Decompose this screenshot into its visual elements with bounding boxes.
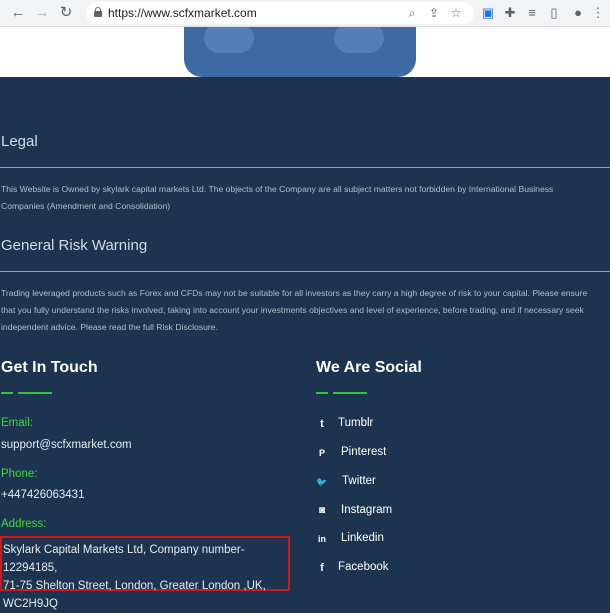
back-icon[interactable]: ← bbox=[8, 3, 28, 23]
pinterest-icon: P bbox=[318, 448, 325, 458]
title-underline-long bbox=[333, 392, 367, 394]
title-underline-long bbox=[18, 392, 52, 394]
reading-list-icon[interactable]: ≡ bbox=[522, 3, 542, 23]
title-underline-short bbox=[316, 392, 328, 394]
twitter-icon: 🐦 bbox=[316, 477, 328, 487]
social-label: Facebook bbox=[338, 561, 389, 573]
person-shirt-image bbox=[184, 27, 416, 77]
email-link[interactable]: support@scfxmarket.com bbox=[1, 439, 132, 451]
profile-avatar-icon[interactable]: ● bbox=[568, 3, 588, 23]
social-label: Linkedin bbox=[341, 532, 384, 544]
reload-icon[interactable]: ↻ bbox=[56, 3, 76, 23]
url-text: https://www.scfxmarket.com bbox=[108, 6, 257, 20]
site-footer: Legal This Website is Owned by skylark c… bbox=[0, 77, 610, 610]
linkedin-icon: in bbox=[318, 534, 326, 544]
instagram-icon: ◙ bbox=[318, 505, 326, 516]
address-bar[interactable]: https://www.scfxmarket.com ⌕ ⇪ ☆ bbox=[86, 2, 474, 24]
social-title: We Are Social bbox=[316, 359, 422, 376]
email-label: Email: bbox=[1, 417, 33, 429]
address-highlight-box: Skylark Capital Markets Ltd, Company num… bbox=[0, 536, 290, 610]
divider bbox=[0, 271, 610, 272]
menu-kebab-icon[interactable]: ⋮ bbox=[588, 3, 608, 23]
phone-value: +447426063431 bbox=[1, 489, 85, 501]
forward-icon[interactable]: → bbox=[32, 3, 52, 23]
address-label: Address: bbox=[1, 518, 47, 530]
extensions-puzzle-icon[interactable]: ✚ bbox=[500, 3, 520, 23]
bookmark-star-icon[interactable]: ☆ bbox=[448, 5, 464, 21]
title-underline-short bbox=[1, 392, 13, 394]
social-label: Instagram bbox=[341, 504, 393, 516]
divider bbox=[0, 167, 610, 168]
extension-s-icon[interactable]: ▣ bbox=[478, 3, 498, 23]
hero-image bbox=[0, 27, 610, 77]
social-label: Pinterest bbox=[341, 446, 387, 458]
risk-text: Trading leveraged products such as Forex… bbox=[1, 288, 588, 332]
side-panel-icon[interactable]: ▯ bbox=[544, 3, 564, 23]
browser-toolbar: ← → ↻ https://www.scfxmarket.com ⌕ ⇪ ☆ ▣… bbox=[0, 0, 610, 27]
social-label: Tumblr bbox=[338, 417, 374, 429]
legal-text: This Website is Owned by skylark capital… bbox=[1, 184, 554, 211]
contact-title: Get In Touch bbox=[1, 359, 98, 376]
social-label: Twitter bbox=[342, 475, 376, 487]
search-icon[interactable]: ⌕ bbox=[404, 5, 420, 21]
tumblr-icon: t bbox=[320, 418, 324, 430]
phone-label: Phone: bbox=[1, 468, 38, 480]
lock-icon bbox=[94, 7, 102, 17]
legal-heading: Legal bbox=[1, 133, 38, 150]
address-text: Skylark Capital Markets Ltd, Company num… bbox=[3, 544, 266, 610]
facebook-icon: f bbox=[320, 562, 324, 574]
share-icon[interactable]: ⇪ bbox=[426, 5, 442, 21]
risk-heading: General Risk Warning bbox=[1, 237, 148, 254]
